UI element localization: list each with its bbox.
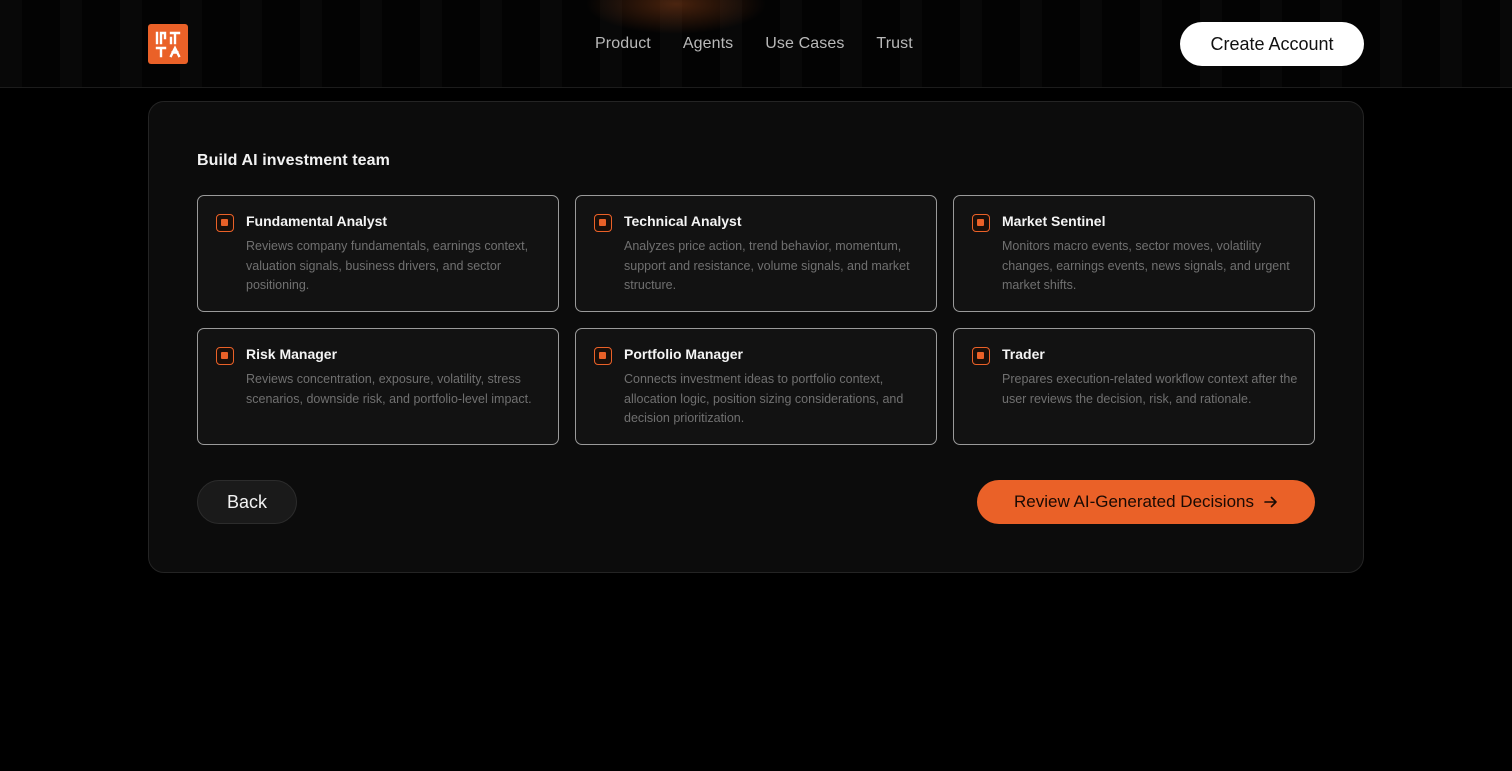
top-navigation-bar: Product Agents Use Cases Trust Create Ac… xyxy=(0,0,1512,88)
create-account-button[interactable]: Create Account xyxy=(1180,22,1364,66)
team-builder-panel: Build AI investment team Fundamental Ana… xyxy=(148,101,1364,573)
agent-title: Trader xyxy=(1002,346,1045,362)
nav-link-trust[interactable]: Trust xyxy=(876,34,912,54)
agent-title: Technical Analyst xyxy=(624,213,742,229)
agent-description: Analyzes price action, trend behavior, m… xyxy=(624,239,910,292)
checkbox-icon[interactable] xyxy=(216,347,234,365)
agent-card-trader[interactable]: Trader Prepares execution-related workfl… xyxy=(953,328,1315,445)
agent-description: Reviews company fundamentals, earnings c… xyxy=(246,239,529,292)
agent-title: Risk Manager xyxy=(246,346,338,362)
checkbox-icon[interactable] xyxy=(594,214,612,232)
nav-link-product[interactable]: Product xyxy=(595,34,651,54)
agent-description: Monitors macro events, sector moves, vol… xyxy=(1002,239,1290,292)
main-nav: Product Agents Use Cases Trust xyxy=(595,34,913,54)
brand-logo-icon[interactable] xyxy=(148,24,188,64)
agent-title: Market Sentinel xyxy=(1002,213,1106,229)
agent-title: Fundamental Analyst xyxy=(246,213,388,229)
review-decisions-button[interactable]: Review AI-Generated Decisions xyxy=(977,480,1315,524)
agent-card-fundamental-analyst[interactable]: Fundamental Analyst Reviews company fund… xyxy=(197,195,559,312)
nav-link-agents[interactable]: Agents xyxy=(683,34,733,54)
agent-card-technical-analyst[interactable]: Technical Analyst Analyzes price action,… xyxy=(575,195,937,312)
checkbox-icon[interactable] xyxy=(594,347,612,365)
nav-link-use-cases[interactable]: Use Cases xyxy=(765,34,844,54)
checkbox-icon[interactable] xyxy=(972,214,990,232)
panel-title: Build AI investment team xyxy=(197,152,390,169)
agent-card-market-sentinel[interactable]: Market Sentinel Monitors macro events, s… xyxy=(953,195,1315,312)
agent-description: Prepares execution-related workflow cont… xyxy=(1002,372,1298,406)
arrow-right-icon xyxy=(1264,496,1277,508)
review-decisions-label: Review AI-Generated Decisions xyxy=(1013,492,1254,511)
agent-grid: Fundamental Analyst Reviews company fund… xyxy=(197,195,1315,445)
checkbox-icon[interactable] xyxy=(216,214,234,232)
agent-card-risk-manager[interactable]: Risk Manager Reviews concentration, expo… xyxy=(197,328,559,445)
agent-description: Reviews concentration, exposure, volatil… xyxy=(246,372,532,406)
back-button[interactable]: Back xyxy=(197,480,297,524)
checkbox-icon[interactable] xyxy=(972,347,990,365)
agent-title: Portfolio Manager xyxy=(624,346,744,362)
agent-description: Connects investment ideas to portfolio c… xyxy=(624,372,904,425)
agent-card-portfolio-manager[interactable]: Portfolio Manager Connects investment id… xyxy=(575,328,937,445)
